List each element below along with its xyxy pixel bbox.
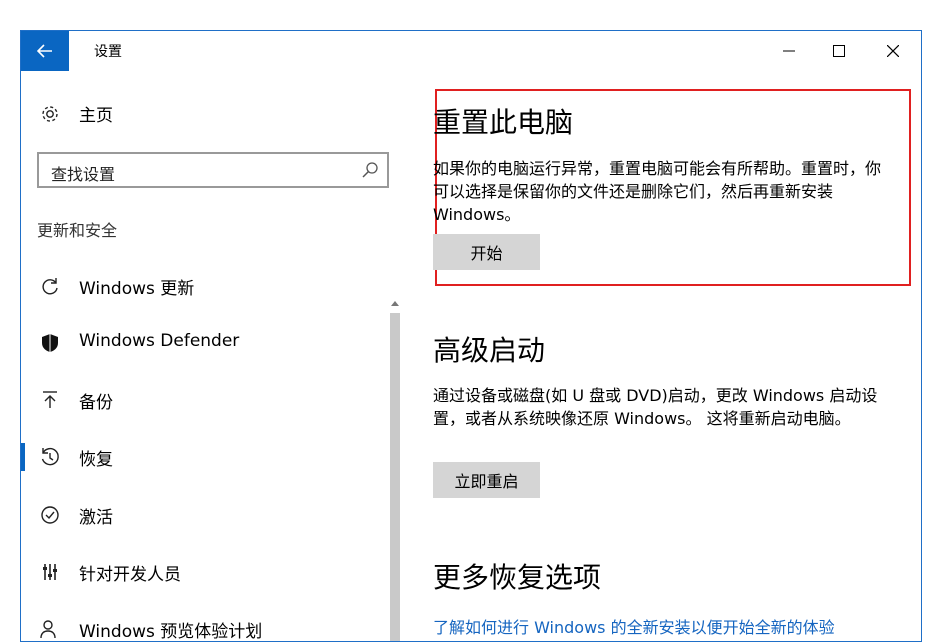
minimize-icon (783, 50, 795, 52)
sidebar-item-backup[interactable]: 备份 (21, 380, 381, 420)
settings-window: 设置 主页 查找设置 更新和安全 Windows 更新 Windows Defe… (20, 30, 922, 642)
sidebar-item-activation[interactable]: 激活 (21, 495, 381, 535)
sidebar-scrollbar[interactable] (387, 295, 403, 641)
scroll-up-arrow-icon[interactable] (391, 301, 399, 306)
search-input[interactable]: 查找设置 (37, 152, 389, 188)
restart-now-button[interactable]: 立即重启 (433, 462, 540, 498)
sidebar-item-label: 备份 (79, 393, 113, 413)
check-circle-icon (39, 504, 61, 526)
close-icon (887, 45, 899, 57)
developer-icon (39, 561, 61, 583)
sidebar-item-label: 针对开发人员 (79, 565, 181, 585)
reset-start-button[interactable]: 开始 (433, 234, 540, 270)
sidebar-item-label: Windows 更新 (79, 279, 195, 299)
backup-icon (39, 389, 61, 411)
scroll-thumb[interactable] (390, 313, 400, 641)
back-button[interactable] (21, 31, 69, 71)
shield-icon (39, 332, 61, 354)
sidebar-item-label: Windows 预览体验计划 (79, 622, 263, 642)
clean-install-link[interactable]: 了解如何进行 Windows 的全新安装以便开始全新的体验 (433, 614, 835, 638)
maximize-icon (833, 45, 845, 57)
sidebar-home[interactable]: 主页 (39, 101, 113, 126)
sidebar-item-windows-update[interactable]: Windows 更新 (21, 266, 381, 306)
sidebar-item-developers[interactable]: 针对开发人员 (21, 552, 381, 592)
reset-heading: 重置此电脑 (433, 106, 574, 139)
advanced-startup-heading: 高级启动 (433, 334, 546, 367)
insider-icon (39, 618, 61, 640)
recovery-icon (39, 446, 61, 468)
maximize-button[interactable] (815, 31, 863, 71)
main-content: 重置此电脑 如果你的电脑运行异常，重置电脑可能会有所帮助。重置时，你可以选择是保… (413, 71, 921, 641)
more-recovery-heading: 更多恢复选项 (433, 561, 602, 594)
search-value: 查找设置 (51, 165, 116, 184)
sidebar-item-label: Windows Defender (79, 331, 240, 351)
title-bar: 设置 (21, 31, 921, 71)
advanced-startup-description: 通过设备或磁盘(如 U 盘或 DVD)启动，更改 Windows 启动设置，或者… (433, 386, 878, 428)
sidebar-item-label: 激活 (79, 508, 113, 528)
section-title: 更新和安全 (37, 221, 118, 240)
sidebar-item-recovery[interactable]: 恢复 (21, 437, 381, 477)
active-indicator (21, 443, 25, 471)
gear-icon (42, 105, 58, 122)
home-label: 主页 (79, 106, 113, 126)
minimize-button[interactable] (765, 31, 813, 71)
sidebar: 主页 查找设置 更新和安全 Windows 更新 Windows Defende… (21, 71, 400, 642)
search-icon[interactable] (361, 161, 379, 179)
back-arrow-icon (37, 44, 52, 58)
sidebar-item-label: 恢复 (79, 450, 113, 470)
reset-description: 如果你的电脑运行异常，重置电脑可能会有所帮助。重置时，你可以选择是保留你的文件还… (433, 159, 882, 224)
sidebar-item-windows-defender[interactable]: Windows Defender (21, 323, 381, 363)
sidebar-item-insider[interactable]: Windows 预览体验计划 (21, 609, 381, 642)
close-button[interactable] (869, 31, 917, 71)
refresh-icon (39, 275, 61, 297)
window-title: 设置 (94, 44, 122, 60)
